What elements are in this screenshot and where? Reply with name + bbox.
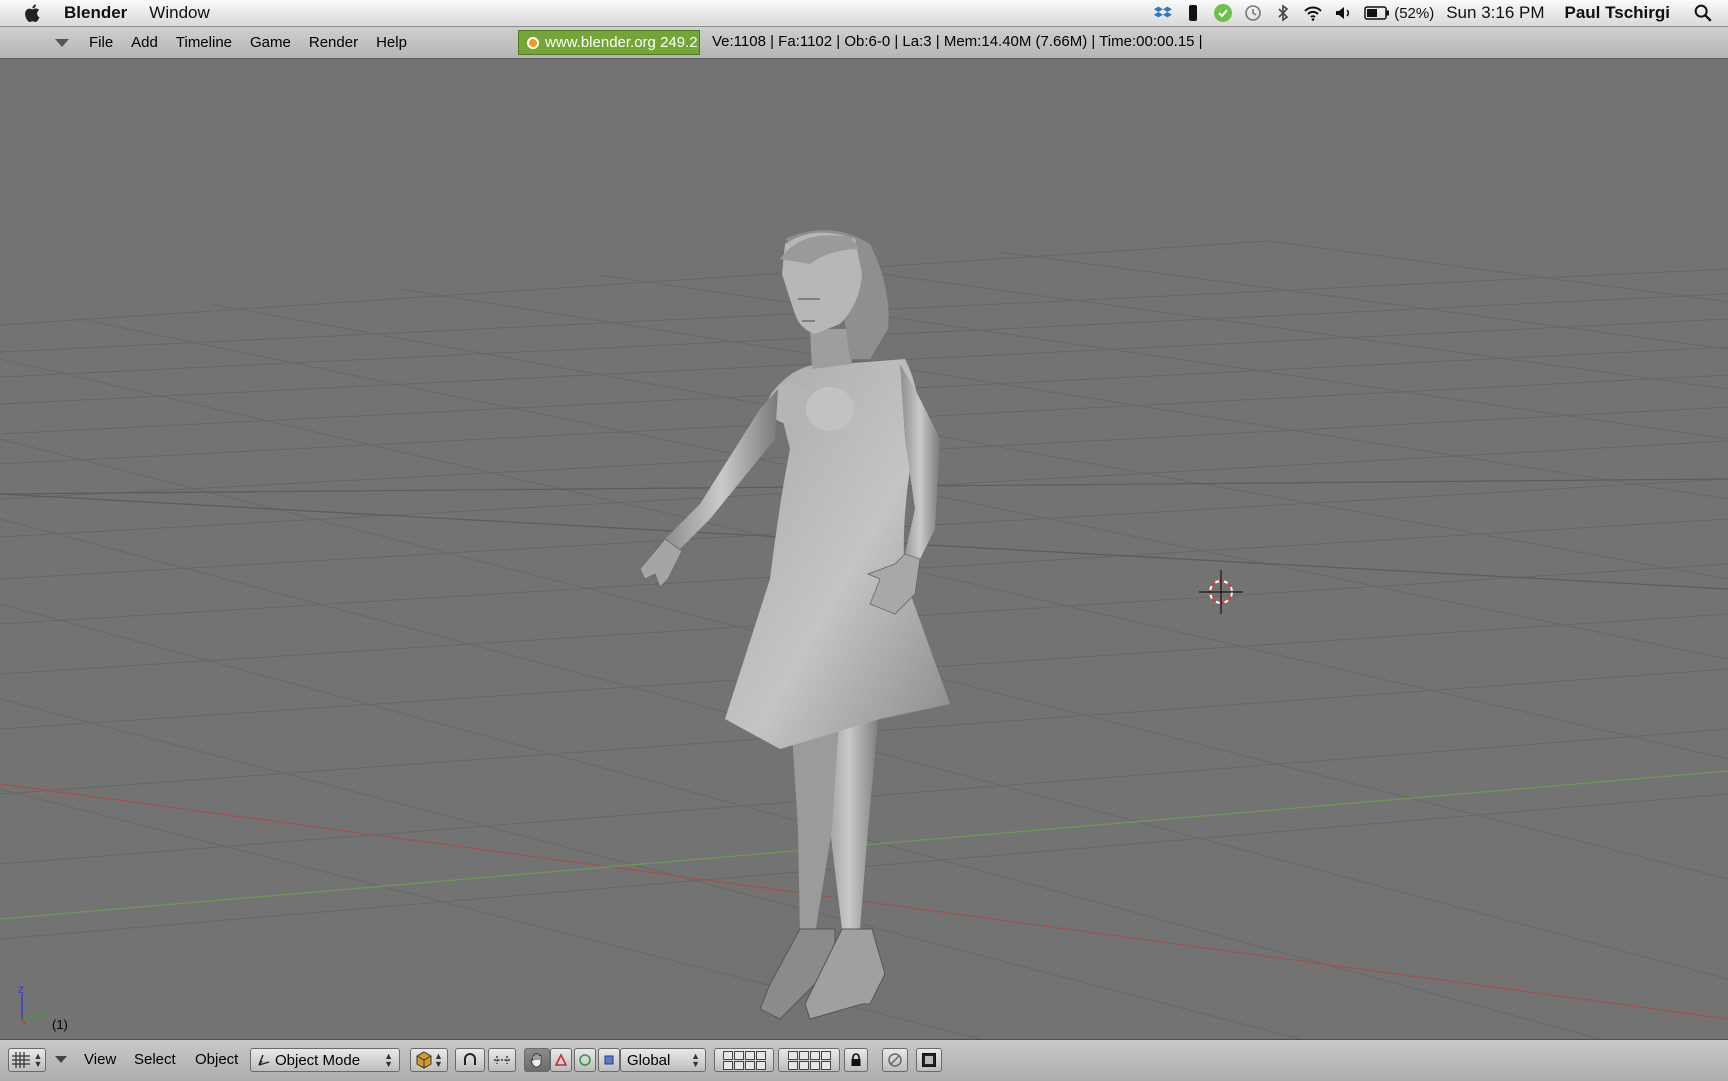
phone-icon[interactable] xyxy=(1178,0,1208,26)
pivot-icon xyxy=(464,1053,476,1065)
layer-buttons[interactable] xyxy=(722,1050,766,1070)
bluetooth-icon[interactable] xyxy=(1268,0,1298,26)
grid-editor-icon xyxy=(11,1052,30,1068)
select-arrows-icon: ▲ ▼ xyxy=(434,1051,443,1069)
header-collapse-icon[interactable] xyxy=(55,1056,67,1063)
manipulator-toggle[interactable] xyxy=(524,1048,550,1072)
3d-cursor[interactable] xyxy=(1199,570,1243,614)
spotlight-search-icon[interactable] xyxy=(1692,2,1714,24)
translate-manipulator[interactable] xyxy=(550,1048,572,1072)
view3d-header: ▲ ▼ View Select Object Object Mode ▲ ▼ ▲ ▼ … xyxy=(0,1039,1728,1081)
mac-menu-bar: Blender Window (52%) Sun 3:16 PM Paul Ts… xyxy=(0,0,1728,27)
image-preview-icon xyxy=(922,1053,936,1067)
apple-menu-icon[interactable] xyxy=(22,2,44,24)
character-model xyxy=(639,230,950,1020)
time-machine-icon[interactable] xyxy=(1238,0,1268,26)
blender-website-button[interactable]: www.blender.org 249.2 xyxy=(518,30,700,55)
object-mode-icon xyxy=(258,1054,270,1066)
draw-type-select[interactable]: ▲ ▼ xyxy=(410,1048,448,1072)
rotate-icon xyxy=(579,1054,591,1066)
translate-icon xyxy=(554,1053,568,1066)
menu-select[interactable]: Select xyxy=(134,1051,176,1068)
wifi-icon[interactable] xyxy=(1298,0,1328,26)
orientation-select-value: Global xyxy=(627,1051,671,1069)
battery-icon xyxy=(1364,6,1390,20)
blender-logo-icon xyxy=(527,36,539,49)
current-frame-indicator: (1) xyxy=(52,1017,68,1032)
select-arrows-icon: ▲ ▼ xyxy=(33,1051,43,1069)
menubar-clock[interactable]: Sun 3:16 PM xyxy=(1446,3,1544,23)
app-name-menu[interactable]: Blender xyxy=(64,3,127,23)
layers-group-2[interactable] xyxy=(778,1048,840,1072)
select-arrows-icon: ▲ ▼ xyxy=(384,1051,393,1069)
menu-timeline[interactable]: Timeline xyxy=(176,34,232,51)
scene-statistics: Ve:1108 | Fa:1102 | Ob:6-0 | La:3 | Mem:… xyxy=(712,33,1203,50)
axis-y-label: y xyxy=(41,1006,47,1020)
evernote-icon[interactable] xyxy=(1208,0,1238,26)
axis-gizmo: z y xyxy=(18,982,47,1026)
render-preview-button[interactable] xyxy=(916,1048,942,1072)
viewport-scene: z y xyxy=(0,230,1728,1039)
snap-icon xyxy=(494,1056,510,1064)
menu-game[interactable]: Game xyxy=(250,34,291,51)
pivot-select[interactable] xyxy=(455,1048,485,1072)
fast-user-switch[interactable]: Paul Tschirgi xyxy=(1565,3,1671,23)
menu-object[interactable]: Object xyxy=(195,1051,238,1068)
header-collapse-icon[interactable] xyxy=(55,38,69,47)
menu-view[interactable]: View xyxy=(84,1051,116,1068)
blender-info-header: File Add Timeline Game Render Help www.b… xyxy=(0,27,1728,59)
3d-viewport[interactable]: z y (1) xyxy=(0,59,1728,1039)
mode-select-value: Object Mode xyxy=(275,1051,361,1069)
render-icon xyxy=(888,1053,902,1067)
snap-toggle[interactable] xyxy=(488,1048,516,1072)
layer-buttons[interactable] xyxy=(787,1050,831,1070)
dropbox-icon[interactable] xyxy=(1148,0,1178,26)
scale-icon xyxy=(604,1055,614,1065)
orientation-select[interactable]: Global ▲ ▼ xyxy=(620,1048,706,1072)
battery-percent: (52%) xyxy=(1394,4,1435,22)
layers-group-1[interactable] xyxy=(714,1048,774,1072)
blender-website-label: www.blender.org 249.2 xyxy=(545,34,698,51)
solid-draw-icon xyxy=(416,1051,432,1069)
lock-layers-toggle[interactable] xyxy=(844,1048,868,1072)
hand-icon xyxy=(530,1053,542,1068)
battery-status[interactable]: (52%) xyxy=(1364,5,1434,22)
menu-render[interactable]: Render xyxy=(309,34,358,51)
render-opengl-button[interactable] xyxy=(882,1048,908,1072)
rotate-manipulator[interactable] xyxy=(574,1048,596,1072)
scale-manipulator[interactable] xyxy=(598,1048,620,1072)
menu-add[interactable]: Add xyxy=(131,34,158,51)
mode-select[interactable]: Object Mode ▲ ▼ xyxy=(250,1048,400,1072)
menu-file[interactable]: File xyxy=(89,34,113,51)
select-arrows-icon: ▲ ▼ xyxy=(691,1051,700,1069)
lock-icon xyxy=(851,1053,861,1066)
axis-z-label: z xyxy=(18,982,24,996)
menu-help[interactable]: Help xyxy=(376,34,407,51)
window-menu[interactable]: Window xyxy=(149,3,209,23)
editor-type-select[interactable]: ▲ ▼ xyxy=(8,1048,46,1072)
volume-icon[interactable] xyxy=(1328,0,1358,26)
